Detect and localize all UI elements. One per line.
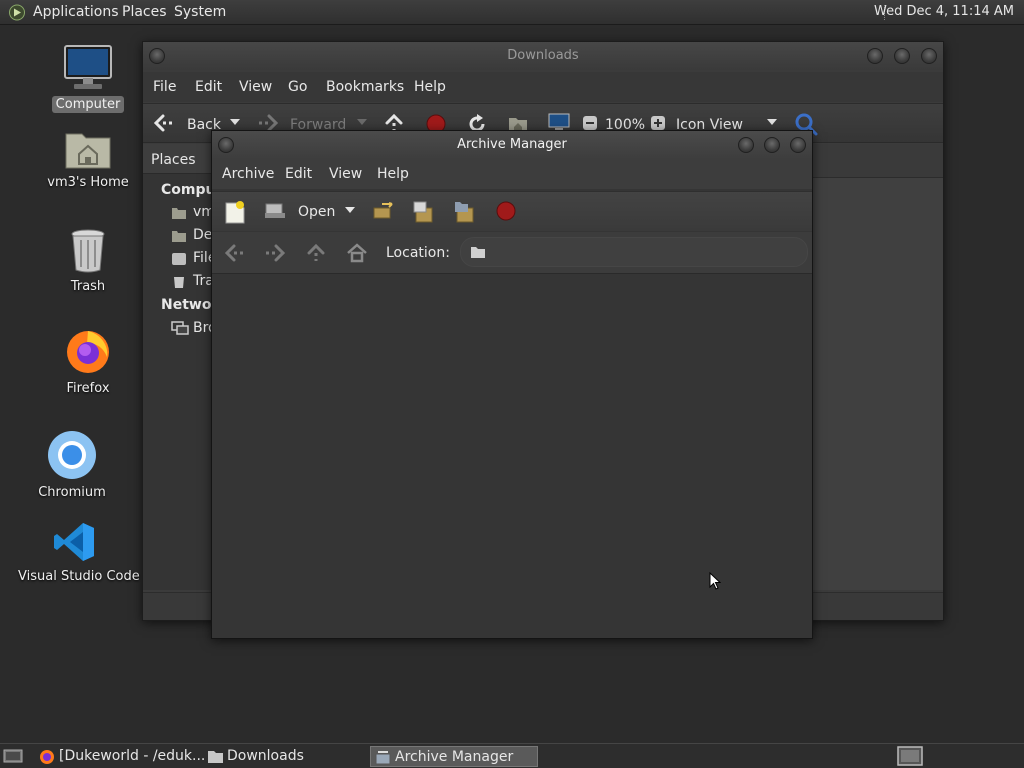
top-panel: Applications Places System Wed Dec 4, 11… <box>0 0 1024 25</box>
folder-icon <box>207 749 224 764</box>
extract-icon[interactable] <box>372 202 396 222</box>
clock[interactable]: Wed Dec 4, 11:14 AM <box>874 4 1014 19</box>
mouse-cursor-icon <box>709 572 721 590</box>
desktop-icon-trash[interactable]: Trash <box>28 228 148 295</box>
location-label: Location: <box>386 245 450 261</box>
maximize-button[interactable] <box>894 48 910 64</box>
desktop-icon-computer[interactable]: Computer <box>28 44 148 113</box>
window-menu-button[interactable] <box>218 137 234 153</box>
desktop-icon-label: Trash <box>70 279 106 294</box>
back-arrow-icon[interactable] <box>224 244 246 262</box>
add-files-icon[interactable] <box>412 200 436 224</box>
zoom-out-icon[interactable] <box>582 115 598 131</box>
menu-file[interactable]: File <box>153 79 176 95</box>
file-view[interactable] <box>813 178 943 590</box>
open-dropdown-icon[interactable] <box>345 207 355 213</box>
task-label: [Dukeworld - /eduk... <box>59 748 206 764</box>
archive-content-area[interactable] <box>212 274 812 638</box>
network-icon <box>171 321 189 335</box>
menu-logo-icon[interactable] <box>8 4 26 21</box>
close-button[interactable] <box>921 48 937 64</box>
add-folder-icon[interactable] <box>453 200 477 224</box>
menu-bookmarks[interactable]: Bookmarks <box>326 79 404 95</box>
desktop-icon-label: Computer <box>51 96 125 113</box>
filesystem-icon <box>171 252 187 266</box>
menu-help[interactable]: Help <box>414 79 446 95</box>
minimize-button[interactable] <box>738 137 754 153</box>
window-title: Archive Manager <box>457 137 567 152</box>
menu-help[interactable]: Help <box>377 166 409 182</box>
firefox-icon <box>39 749 55 765</box>
stop-icon[interactable] <box>496 201 516 221</box>
task-downloads[interactable]: Downloads <box>203 746 368 767</box>
trash-small-icon <box>172 275 186 289</box>
desktop-icon-label: Chromium <box>38 485 106 500</box>
desktop-icon-label: Firefox <box>66 381 110 396</box>
menu-edit[interactable]: Edit <box>285 166 312 182</box>
home-folder-icon <box>65 133 111 169</box>
forward-arrow-icon[interactable] <box>264 244 286 262</box>
menu-view[interactable]: View <box>329 166 362 182</box>
menu-edit[interactable]: Edit <box>195 79 222 95</box>
desktop-icon-firefox[interactable]: Firefox <box>28 326 148 397</box>
home-folder-icon <box>171 206 187 220</box>
menu-go[interactable]: Go <box>288 79 307 95</box>
menu-view[interactable]: View <box>239 79 272 95</box>
menu-archive[interactable]: Archive <box>222 166 274 182</box>
location-field[interactable] <box>460 237 808 267</box>
places-sidebar: Places Comput vm De File Tra Network Bro <box>143 144 228 590</box>
minimize-button[interactable] <box>867 48 883 64</box>
desktop-folder-icon <box>171 229 187 243</box>
task-label: Archive Manager <box>395 749 514 765</box>
close-button[interactable] <box>790 137 806 153</box>
desktop-icon-label: Visual Studio Code <box>18 569 140 584</box>
open-archive-icon[interactable] <box>264 202 286 220</box>
home-icon[interactable] <box>346 243 368 263</box>
archive-manager-icon <box>375 750 392 765</box>
computer-icon <box>64 45 112 89</box>
workspace-switcher[interactable] <box>897 746 923 766</box>
sidebar-title: Places <box>151 152 196 168</box>
new-archive-icon[interactable] <box>224 200 246 224</box>
task-firefox[interactable]: [Dukeworld - /eduk... <box>35 746 205 767</box>
window-menu-button[interactable] <box>149 48 165 64</box>
archive-titlebar[interactable]: Archive Manager <box>212 131 812 159</box>
location-bar-area <box>813 144 943 178</box>
archive-toolbar: Open <box>212 191 812 231</box>
maximize-button[interactable] <box>764 137 780 153</box>
chromium-icon <box>48 431 96 479</box>
location-bar: Location: <box>212 232 812 274</box>
downloads-titlebar[interactable]: Downloads <box>143 42 943 70</box>
vscode-icon <box>54 523 94 561</box>
task-label: Downloads <box>227 748 304 764</box>
open-button[interactable]: Open <box>298 204 335 220</box>
forward-dropdown-icon[interactable] <box>357 119 367 125</box>
applications-menu[interactable]: Applications <box>33 4 119 20</box>
firefox-icon <box>67 331 109 373</box>
places-menu[interactable]: Places <box>122 4 167 20</box>
up-arrow-icon[interactable] <box>306 243 326 263</box>
back-arrow-icon[interactable] <box>153 114 175 132</box>
back-dropdown-icon[interactable] <box>230 119 240 125</box>
view-mode-dropdown-icon[interactable] <box>767 119 777 125</box>
archive-menubar: Archive Edit View Help <box>212 159 812 189</box>
sidebar-item-desktop[interactable]: De <box>193 227 212 243</box>
desktop-icon-label: vm3's Home <box>47 175 129 190</box>
desktop-icon-chromium[interactable]: Chromium <box>12 430 132 501</box>
system-menu[interactable]: System <box>174 4 226 20</box>
show-desktop-icon[interactable] <box>3 748 23 764</box>
desktop-icon-home[interactable]: vm3's Home <box>28 128 148 191</box>
downloads-menubar: File Edit View Go Bookmarks Help <box>143 72 943 102</box>
trash-icon <box>71 229 105 273</box>
archive-manager-window: Archive Manager Archive Edit View Help O… <box>211 130 813 639</box>
bottom-taskbar: [Dukeworld - /eduk... Downloads Archive … <box>0 743 1024 768</box>
window-title: Downloads <box>507 48 579 63</box>
desktop-icon-vscode[interactable]: Visual Studio Code <box>14 520 140 585</box>
sidebar-header[interactable]: Places <box>143 144 213 174</box>
task-archive-manager[interactable]: Archive Manager <box>370 746 538 767</box>
zoom-in-icon[interactable] <box>650 115 666 131</box>
folder-icon <box>470 246 486 259</box>
